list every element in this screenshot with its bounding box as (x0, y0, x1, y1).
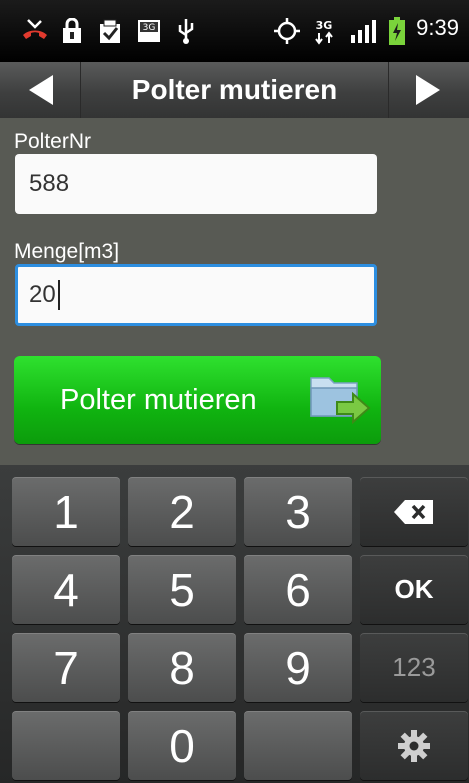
signal-icon (348, 16, 378, 46)
battery-charging-icon (386, 16, 408, 46)
missed-call-icon (18, 16, 52, 46)
key-2[interactable]: 2 (128, 477, 236, 546)
menge-label: Menge[m3] (14, 240, 120, 263)
polter-nr-label: PolterNr (14, 130, 92, 153)
key-6[interactable]: 6 (244, 555, 352, 624)
key-0[interactable]: 0 (128, 711, 236, 780)
text-caret (57, 280, 60, 310)
key-4[interactable]: 4 (12, 555, 120, 624)
checkbox-icon (96, 16, 124, 46)
network-3g-icon: 3G (310, 16, 338, 46)
3g-text: 3G (143, 23, 156, 33)
polter-nr-value: 588 (29, 170, 70, 197)
mode-123-key[interactable]: 123 (360, 633, 468, 702)
key-blank-right[interactable] (244, 711, 352, 780)
arrow-right-icon (416, 75, 440, 105)
settings-key[interactable] (360, 711, 468, 780)
page-title: Polter mutieren (131, 74, 338, 105)
key-1[interactable]: 1 (12, 477, 120, 546)
backspace-key[interactable] (360, 477, 468, 546)
polter-mutieren-button[interactable]: Polter mutieren (14, 356, 381, 444)
clock: 9:39 (416, 15, 459, 40)
folder-export-icon (310, 377, 371, 425)
numeric-keyboard: 1 2 3 4 5 6 OK 7 8 9 123 0 (0, 465, 469, 783)
ok-key[interactable]: OK (360, 555, 468, 624)
3g-data-icon: 3G (134, 16, 164, 46)
status-bar: 3G 3G 9:39 (0, 0, 469, 62)
svg-text:3G: 3G (316, 19, 333, 32)
key-9[interactable]: 9 (244, 633, 352, 702)
previous-button[interactable] (0, 62, 81, 118)
polter-nr-field[interactable]: 588 (15, 154, 377, 214)
title-bar: Polter mutieren (0, 62, 469, 120)
lock-icon (58, 16, 86, 46)
key-3[interactable]: 3 (244, 477, 352, 546)
key-7[interactable]: 7 (12, 633, 120, 702)
key-8[interactable]: 8 (128, 633, 236, 702)
gps-icon (272, 16, 302, 46)
gear-icon (398, 729, 430, 762)
usb-icon (172, 16, 200, 46)
key-blank-left[interactable] (12, 711, 120, 780)
form-area: PolterNr 588 Menge[m3] 20 Polter mutiere… (0, 118, 469, 465)
menge-field[interactable]: 20 (15, 264, 377, 326)
backspace-icon (394, 499, 433, 524)
arrow-left-icon (29, 75, 53, 105)
menge-value: 20 (29, 281, 56, 308)
polter-mutieren-button-label: Polter mutieren (60, 383, 257, 416)
key-5[interactable]: 5 (128, 555, 236, 624)
next-button[interactable] (388, 62, 469, 118)
